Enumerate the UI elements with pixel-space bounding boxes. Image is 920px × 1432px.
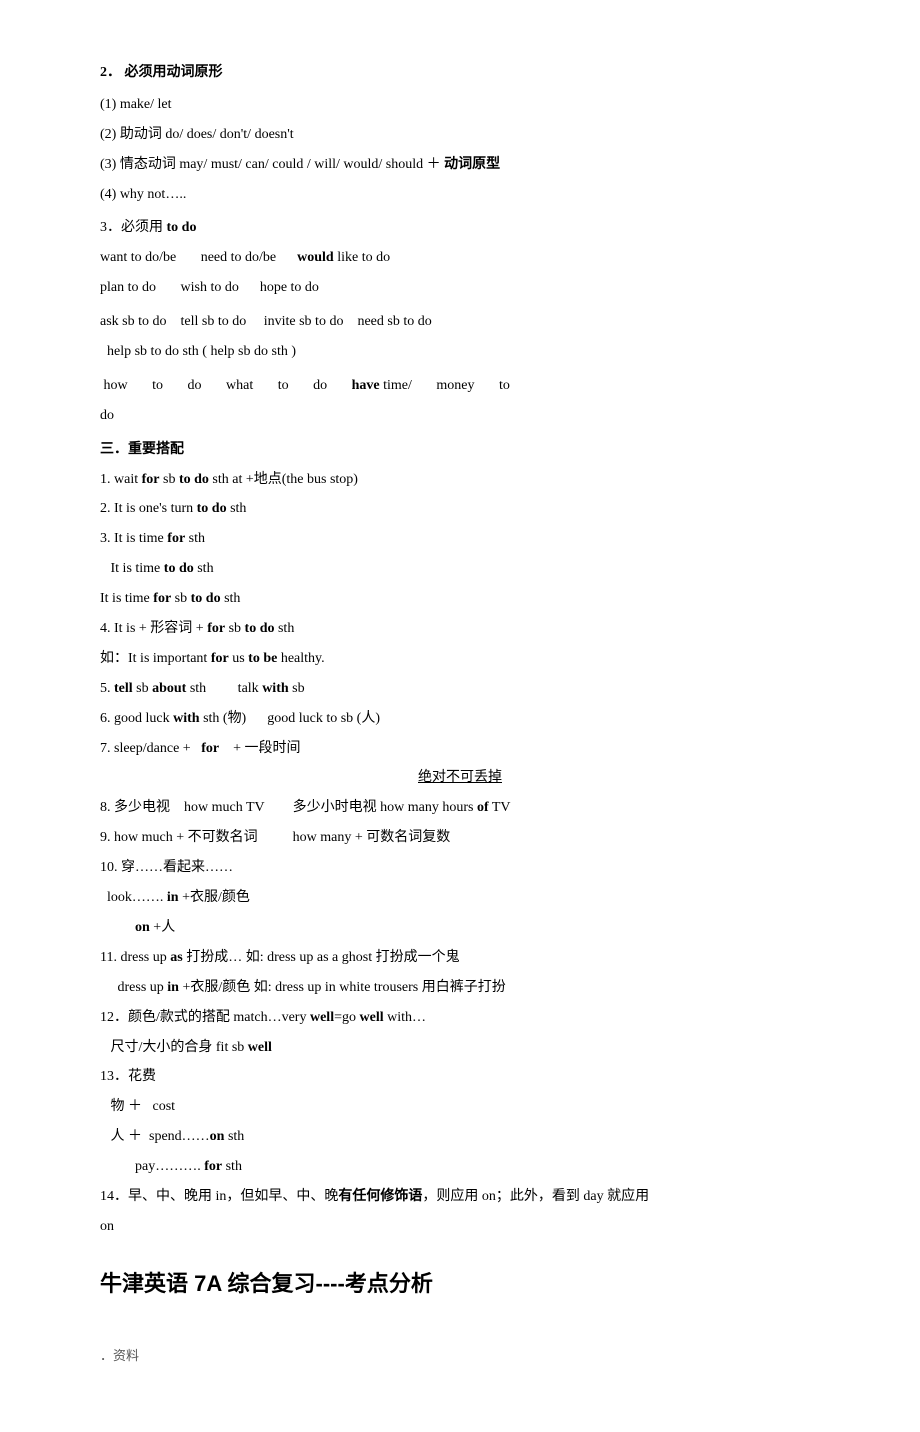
num11a-row: 11. dress up as 打扮成… 如: dress up as a gh… bbox=[100, 945, 820, 971]
how-row: how to do what to do have time/ money to bbox=[100, 373, 820, 399]
jueduibuke: 绝对不可丢掉 bbox=[418, 770, 502, 785]
num14-row: 14．早、中、晚用 in，但如早、中、晚有任何修饰语，则应用 on；此外，看到 … bbox=[100, 1184, 820, 1210]
num14b-row: on bbox=[100, 1214, 820, 1240]
section-how: how to do what to do have time/ money to… bbox=[100, 373, 820, 429]
big-title-section: 牛津英语 7A 综合复习----考点分析 bbox=[100, 1264, 820, 1305]
num10b-row: look……. in +衣服/颜色 bbox=[100, 885, 820, 911]
num2-row: 2. It is one's turn to do sth bbox=[100, 496, 820, 522]
num6-row: 6. good luck with sth (物) good luck to s… bbox=[100, 706, 820, 732]
num13a-row: 物 ＋ cost bbox=[100, 1094, 820, 1120]
big-title: 牛津英语 7A 综合复习----考点分析 bbox=[100, 1264, 820, 1305]
ask-row: ask sb to do tell sb to do invite sb to … bbox=[100, 309, 820, 335]
num13c-row: pay………. for sth bbox=[100, 1154, 820, 1180]
num12b-row: 尺寸/大小的合身 fit sb well bbox=[100, 1035, 820, 1061]
num13-row: 13．花费 bbox=[100, 1064, 820, 1090]
num12a-row: 12．颜色/款式的搭配 match…very well=go well with… bbox=[100, 1005, 820, 1031]
how-row-do: do bbox=[100, 403, 820, 429]
row1: want to do/be need to do/be would like t… bbox=[100, 245, 820, 271]
section-ask: ask sb to do tell sb to do invite sb to … bbox=[100, 309, 820, 365]
section3-title: 3．必须用 to do bbox=[100, 215, 820, 241]
footer-text: ．资料 bbox=[100, 1344, 820, 1368]
num13b-row: 人 ＋ spend……on sth bbox=[100, 1124, 820, 1150]
item3: (3) 情态动词 may/ must/ can/ could / will/ w… bbox=[100, 152, 820, 178]
num11b-row: dress up in +衣服/颜色 如: dress up in white … bbox=[100, 975, 820, 1001]
num3a-row: 3. It is time for sth bbox=[100, 526, 820, 552]
section2-title: 2． 必须用动词原形 bbox=[100, 60, 820, 86]
san-title: 三．重要搭配 bbox=[100, 437, 820, 463]
section-san: 三．重要搭配 1. wait for sb to do sth at +地点(t… bbox=[100, 437, 820, 1240]
num4-ex-row: 如：It is important for us to be healthy. bbox=[100, 646, 820, 672]
num8-row: 8. 多少电视 how much TV 多少小时电视 how many hour… bbox=[100, 795, 820, 821]
num7-underline: 绝对不可丢掉 bbox=[100, 765, 820, 791]
num1-row: 1. wait for sb to do sth at +地点(the bus … bbox=[100, 467, 820, 493]
num9-row: 9. how much + 不可数名词 how many + 可数名词复数 bbox=[100, 825, 820, 851]
num10c-row: on +人 bbox=[100, 915, 820, 941]
num4-row: 4. It is + 形容词 + for sb to do sth bbox=[100, 616, 820, 642]
to-do-label: to do bbox=[167, 220, 197, 235]
item1: (1) make/ let bbox=[100, 92, 820, 118]
dongci-yuanxing: 动词原型 bbox=[444, 157, 500, 172]
item2: (2) 助动词 do/ does/ don't/ doesn't bbox=[100, 122, 820, 148]
main-content: 2． 必须用动词原形 (1) make/ let (2) 助动词 do/ doe… bbox=[100, 60, 820, 1368]
num10-row: 10. 穿……看起来…… bbox=[100, 855, 820, 881]
help-row: help sb to do sth ( help sb do sth ) bbox=[100, 339, 820, 365]
num3c-row: It is time for sb to do sth bbox=[100, 586, 820, 612]
num5-row: 5. tell sb about sth talk with sb bbox=[100, 676, 820, 702]
item4: (4) why not….. bbox=[100, 182, 820, 208]
section-3: 3．必须用 to do want to do/be need to do/be … bbox=[100, 215, 820, 301]
num7-row: 7. sleep/dance + for + 一段时间 bbox=[100, 736, 820, 762]
footer: ．资料 bbox=[100, 1344, 820, 1368]
num3b-row: It is time to do sth bbox=[100, 556, 820, 582]
section-2: 2． 必须用动词原形 (1) make/ let (2) 助动词 do/ doe… bbox=[100, 60, 820, 207]
row2: plan to do wish to do hope to do bbox=[100, 275, 820, 301]
